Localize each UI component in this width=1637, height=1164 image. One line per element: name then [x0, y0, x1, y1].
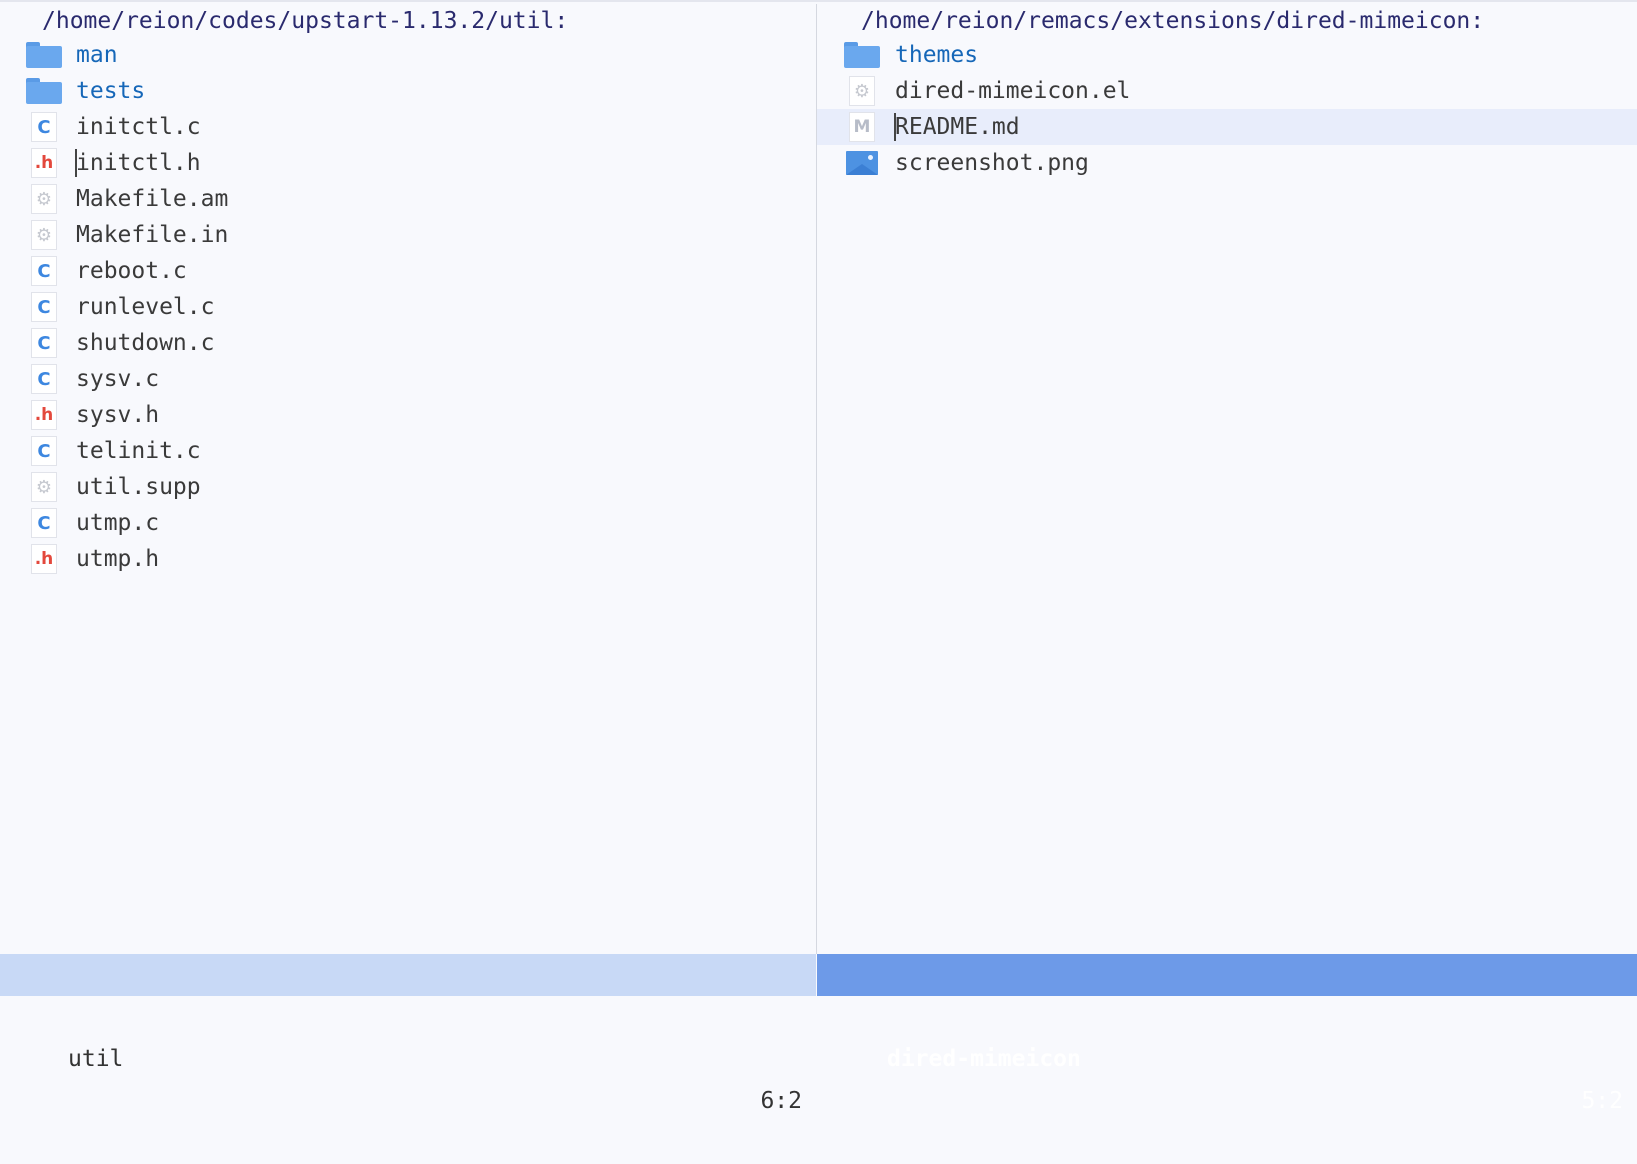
folder-icon — [844, 40, 880, 70]
file-name: runlevel.c — [76, 294, 215, 320]
h-header-icon: .h — [26, 400, 62, 430]
markdown-file-icon: M — [844, 112, 880, 142]
echo-area[interactable] — [0, 996, 1637, 1025]
file-name: dired-mimeicon.el — [895, 78, 1131, 104]
file-name: sysv.h — [76, 402, 160, 428]
file-name: initctl.h — [76, 150, 201, 176]
file-name: sysv.c — [76, 366, 160, 392]
gear-file-icon: ⚙ — [26, 220, 62, 250]
file-name: screenshot.png — [895, 150, 1089, 176]
file-row-current[interactable]: M README.md — [817, 109, 1637, 145]
file-name: README.md — [895, 114, 1020, 140]
gear-file-icon: ⚙ — [26, 472, 62, 502]
directory-header: /home/reion/codes/upstart-1.13.2/util: — [42, 8, 569, 34]
emacs-frame: /home/reion/codes/upstart-1.13.2/util: m… — [0, 0, 1637, 1114]
file-row[interactable]: ⚙ Makefile.am — [0, 181, 816, 217]
file-name: reboot.c — [76, 258, 187, 284]
file-row[interactable]: ⚙ util.supp — [0, 469, 816, 505]
c-source-icon: C — [26, 364, 62, 394]
file-name: utmp.c — [76, 510, 160, 536]
file-name: Makefile.in — [76, 222, 229, 248]
image-file-icon — [844, 148, 880, 178]
h-header-icon: .h — [26, 148, 62, 178]
file-row[interactable]: ⚙ dired-mimeicon.el — [817, 73, 1637, 109]
file-name: man — [76, 42, 118, 68]
file-name: themes — [895, 42, 979, 68]
file-row[interactable]: C runlevel.c — [0, 289, 816, 325]
folder-icon — [26, 76, 62, 106]
cursor-position: 5:2 — [1581, 1088, 1623, 1114]
file-name: utmp.h — [76, 546, 160, 572]
file-list: man tests C initctl.c .h initctl.h ⚙ Mak… — [0, 37, 816, 577]
file-name: shutdown.c — [76, 330, 215, 356]
c-source-icon: C — [26, 112, 62, 142]
file-row[interactable]: .h utmp.h — [0, 541, 816, 577]
file-row[interactable]: .h initctl.h — [0, 145, 816, 181]
file-row[interactable]: C sysv.c — [0, 361, 816, 397]
c-source-icon: C — [26, 436, 62, 466]
file-list: themes ⚙ dired-mimeicon.el M README.md s… — [817, 37, 1637, 181]
file-row[interactable]: ⚙ Makefile.in — [0, 217, 816, 253]
file-row[interactable]: C initctl.c — [0, 109, 816, 145]
dired-pane-left[interactable]: /home/reion/codes/upstart-1.13.2/util: m… — [0, 4, 816, 954]
file-name: Makefile.am — [76, 186, 229, 212]
file-row[interactable]: themes — [817, 37, 1637, 73]
file-row[interactable]: .h sysv.h — [0, 397, 816, 433]
gear-file-icon: ⚙ — [844, 76, 880, 106]
gear-file-icon: ⚙ — [26, 184, 62, 214]
file-row[interactable]: C reboot.c — [0, 253, 816, 289]
file-name: initctl.c — [76, 114, 201, 140]
c-source-icon: C — [26, 292, 62, 322]
c-source-icon: C — [26, 328, 62, 358]
c-source-icon: C — [26, 508, 62, 538]
file-name: tests — [76, 78, 146, 104]
file-row[interactable]: tests — [0, 73, 816, 109]
file-name: util.supp — [76, 474, 201, 500]
cursor-position: 6:2 — [760, 1088, 802, 1114]
buffer-name: util — [68, 1046, 124, 1072]
file-row[interactable]: C utmp.c — [0, 505, 816, 541]
h-header-icon: .h — [26, 544, 62, 574]
folder-icon — [26, 40, 62, 70]
modeline-inactive[interactable]: RO util 6:2 — [0, 954, 816, 1114]
modeline-active[interactable]: RO dired-mimeicon 5:2 — [817, 954, 1637, 1114]
buffer-name: dired-mimeicon — [887, 1046, 1081, 1072]
file-row[interactable]: man — [0, 37, 816, 73]
dired-pane-right[interactable]: /home/reion/remacs/extensions/dired-mime… — [817, 4, 1637, 954]
file-row[interactable]: C shutdown.c — [0, 325, 816, 361]
file-row[interactable]: C telinit.c — [0, 433, 816, 469]
file-name: telinit.c — [76, 438, 201, 464]
directory-header: /home/reion/remacs/extensions/dired-mime… — [861, 8, 1485, 34]
c-source-icon: C — [26, 256, 62, 286]
file-row[interactable]: screenshot.png — [817, 145, 1637, 181]
